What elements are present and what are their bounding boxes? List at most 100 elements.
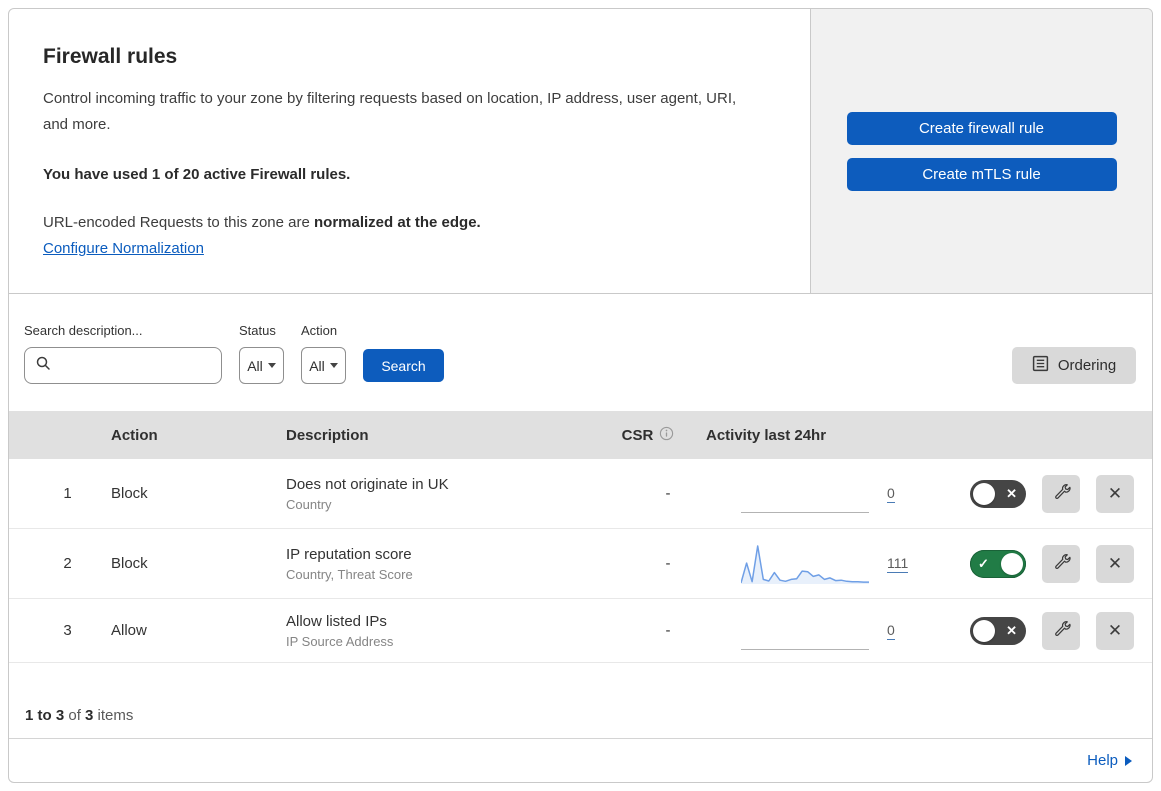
rule-activity: 111	[693, 542, 943, 586]
rule-enabled-toggle[interactable]: ✓ ✕	[970, 549, 1026, 578]
rule-action: Allow	[111, 622, 147, 639]
search-button[interactable]: Search	[363, 349, 444, 382]
activity-count-link[interactable]: 111	[887, 555, 909, 573]
configure-normalization-link[interactable]: Configure Normalization	[43, 240, 204, 257]
firewall-rules-panel: Firewall rules Control incoming traffic …	[8, 8, 1153, 783]
rule-description: Allow listed IPs IP Source Address	[279, 613, 603, 649]
rule-enabled-toggle[interactable]: ✓ ✕	[970, 479, 1026, 508]
rule-description-fields: Country	[286, 496, 332, 512]
column-activity: Activity last 24hr	[706, 426, 827, 444]
info-icon[interactable]	[659, 426, 674, 445]
toggle-knob	[973, 619, 995, 642]
rule-priority: 3	[63, 622, 72, 639]
rule-priority: 2	[63, 555, 72, 572]
rule-csr-value: -	[665, 485, 671, 502]
ordering-list-icon	[1032, 355, 1049, 376]
activity-sparkline	[741, 472, 869, 516]
rule-csr-value: -	[665, 622, 671, 639]
rule-description: Does not originate in UK Country	[279, 476, 603, 512]
search-input[interactable]	[59, 357, 240, 374]
chevron-down-icon	[329, 363, 338, 368]
hero-actions-panel: Create firewall rule Create mTLS rule	[810, 9, 1152, 293]
rule-description-title: Allow listed IPs	[286, 612, 387, 630]
action-select[interactable]: All	[301, 347, 346, 384]
rule-enabled-toggle[interactable]: ✓ ✕	[970, 616, 1026, 645]
delete-rule-button[interactable]: ✕	[1096, 611, 1134, 650]
rule-csr-value: -	[665, 555, 671, 572]
rule-controls: ✓ ✕ ✕	[943, 611, 1152, 650]
status-label: Status	[239, 323, 276, 338]
rule-description-fields: Country, Threat Score	[286, 566, 413, 582]
flat-activity-line	[741, 648, 869, 650]
hero-section: Firewall rules Control incoming traffic …	[9, 9, 1152, 294]
rule-description-title: IP reputation score	[286, 545, 412, 563]
usage-summary: You have used 1 of 20 active Firewall ru…	[43, 165, 351, 183]
rule-description-fields: IP Source Address	[286, 633, 394, 649]
rule-description-title: Does not originate in UK	[286, 475, 449, 493]
wrench-icon	[1052, 553, 1071, 575]
pagination-status: 1 to 3 of 3 items	[9, 663, 1152, 739]
filter-bar: Search description... Status All Action …	[9, 294, 1152, 411]
edit-rule-button[interactable]	[1042, 474, 1080, 513]
column-action: Action	[111, 426, 158, 444]
normalization-note-bold: normalized at the edge.	[314, 213, 481, 231]
wrench-icon	[1052, 620, 1071, 642]
arrow-right-icon	[1125, 755, 1132, 766]
hero-text-block: Firewall rules Control incoming traffic …	[9, 9, 810, 293]
table-header-row: Action Description CSR Activity last 24h…	[9, 411, 1152, 459]
create-firewall-rule-button[interactable]: Create firewall rule	[846, 111, 1117, 145]
search-icon	[35, 355, 51, 376]
status-select-value: All	[247, 357, 263, 374]
help-row: Help	[9, 739, 1152, 782]
status-filter-group: Status All	[239, 323, 284, 384]
search-box[interactable]	[24, 347, 240, 384]
search-group: Search description...	[24, 323, 240, 384]
rule-priority: 1	[63, 485, 72, 502]
x-icon: ✕	[1006, 485, 1017, 501]
wrench-icon	[1052, 483, 1071, 505]
create-mtls-rule-button[interactable]: Create mTLS rule	[846, 157, 1117, 191]
delete-rule-button[interactable]: ✕	[1096, 474, 1134, 513]
delete-rule-button[interactable]: ✕	[1096, 544, 1134, 583]
table-row: 3 Allow Allow listed IPs IP Source Addre…	[9, 599, 1152, 663]
rule-activity: 0	[693, 472, 943, 516]
status-select[interactable]: All	[239, 347, 284, 384]
normalization-note-prefix: URL-encoded Requests to this zone are	[43, 213, 314, 231]
search-label: Search description...	[24, 323, 143, 338]
help-link-label: Help	[1087, 752, 1118, 769]
page-description: Control incoming traffic to your zone by…	[43, 90, 737, 134]
toggle-knob	[973, 482, 995, 505]
normalization-note: URL-encoded Requests to this zone are no…	[43, 214, 770, 231]
rule-description: IP reputation score Country, Threat Scor…	[279, 546, 603, 582]
table-row: 2 Block IP reputation score Country, Thr…	[9, 529, 1152, 599]
column-description: Description	[286, 426, 369, 444]
close-icon: ✕	[1107, 620, 1123, 640]
rule-activity: 0	[693, 609, 943, 653]
pagination-of: of	[64, 707, 86, 724]
toggle-knob	[1001, 552, 1023, 575]
table-row: 1 Block Does not originate in UK Country…	[9, 459, 1152, 529]
activity-sparkline	[741, 542, 869, 586]
column-csr-label: CSR	[621, 426, 654, 444]
action-label: Action	[301, 323, 338, 338]
rule-action: Block	[111, 555, 148, 572]
activity-count-link[interactable]: 0	[887, 485, 895, 503]
check-icon: ✓	[978, 555, 989, 571]
rule-controls: ✓ ✕ ✕	[943, 474, 1152, 513]
edit-rule-button[interactable]	[1042, 611, 1080, 650]
x-icon: ✕	[1006, 622, 1017, 638]
rule-controls: ✓ ✕ ✕	[943, 544, 1152, 583]
ordering-button[interactable]: Ordering	[1012, 347, 1136, 384]
rule-action: Block	[111, 485, 148, 502]
close-icon: ✕	[1107, 553, 1123, 573]
edit-rule-button[interactable]	[1042, 544, 1080, 583]
help-link[interactable]: Help	[1087, 752, 1132, 769]
activity-count-link[interactable]: 0	[887, 622, 895, 640]
action-filter-group: Action All	[301, 323, 346, 384]
ordering-button-label: Ordering	[1057, 357, 1117, 374]
column-csr: CSR	[603, 426, 693, 445]
page-title: Firewall rules	[43, 45, 178, 68]
chevron-down-icon	[267, 363, 276, 368]
close-icon: ✕	[1107, 483, 1123, 503]
action-select-value: All	[309, 357, 325, 374]
